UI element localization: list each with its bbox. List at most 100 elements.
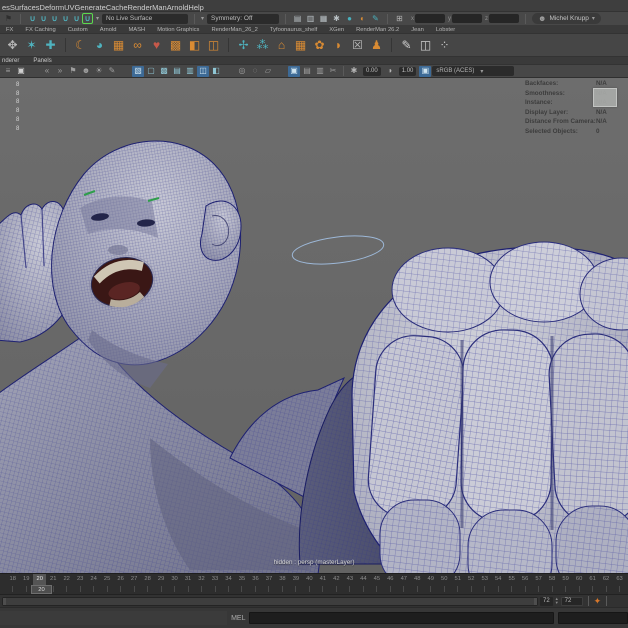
timeline-frame[interactable]: 39 xyxy=(289,574,302,594)
timeline-frame[interactable]: 40 xyxy=(303,574,316,594)
vp-icon-wireframe-display[interactable]: ▢ xyxy=(145,66,157,77)
model-fist[interactable] xyxy=(352,242,628,573)
vp-icon-menu-grip[interactable]: ≡ xyxy=(2,66,14,77)
axis-input[interactable] xyxy=(415,14,445,23)
menu-item[interactable]: UV xyxy=(64,3,74,12)
layout-grid-icon[interactable]: ⊞ xyxy=(394,13,405,24)
shelf-icon[interactable] xyxy=(391,38,392,52)
vp-icon-key-right[interactable]: » xyxy=(54,66,66,77)
timeline-frame[interactable]: 36 xyxy=(249,574,262,594)
shelf-icon-panel-grid[interactable]: ▦ xyxy=(110,37,127,54)
icon-snap-point[interactable]: ∪ xyxy=(49,13,60,24)
timeline-frame[interactable]: 18 xyxy=(6,574,19,594)
vp-icon-xray[interactable]: ◌ xyxy=(249,66,261,77)
shelf-tab[interactable]: XGen xyxy=(329,27,344,33)
mel-input[interactable] xyxy=(249,612,554,624)
shelf-icon-transform-box[interactable]: ◧ xyxy=(186,37,203,54)
animation-end-field[interactable]: 72 xyxy=(561,597,583,606)
vp-icon-plane-display[interactable]: ▱ xyxy=(262,66,274,77)
menu-item[interactable]: RenderMan xyxy=(128,3,167,12)
viewport-icon[interactable] xyxy=(119,66,131,77)
icon-snap-curve[interactable]: ∪ xyxy=(38,13,49,24)
timeline-frame[interactable]: 23 xyxy=(73,574,86,594)
shelf-icon[interactable] xyxy=(228,38,229,52)
current-frame-indicator[interactable]: 20 xyxy=(31,585,52,594)
axis-input[interactable] xyxy=(452,14,482,23)
auto-keyframe-icon[interactable]: ✦ xyxy=(594,596,602,607)
viewport-icon[interactable] xyxy=(223,66,235,77)
timeline-frame[interactable]: 46 xyxy=(384,574,397,594)
shelf-tab[interactable]: Lobster xyxy=(436,27,455,33)
spinner-icon[interactable]: ▲▼ xyxy=(555,597,559,605)
icon-render-settings[interactable]: ✱ xyxy=(331,13,342,24)
timeline-frame[interactable]: 43 xyxy=(343,574,356,594)
vp-icon-key-left[interactable]: « xyxy=(41,66,53,77)
viewport-icon[interactable] xyxy=(275,66,287,77)
vp-icon-lights-display[interactable]: ▤ xyxy=(171,66,183,77)
shelf-tab[interactable]: Arnold xyxy=(100,27,117,33)
icon-snap-grid[interactable]: ∪ xyxy=(27,13,38,24)
mel-label[interactable]: MEL xyxy=(231,615,245,622)
panel-menu-item[interactable]: nderer xyxy=(2,58,19,64)
shelf-icon-bracket-frame[interactable]: ◫ xyxy=(205,37,222,54)
timeline-frame[interactable]: 34 xyxy=(222,574,235,594)
vp-icon-bookmark-flag[interactable]: ⚑ xyxy=(67,66,79,77)
time-slider[interactable]: 1819202122232425262728293031323334353637… xyxy=(0,573,628,594)
select-tool-icon[interactable]: ⚑ xyxy=(3,13,14,24)
timeline-frame[interactable]: 27 xyxy=(127,574,140,594)
timeline-frame[interactable]: 38 xyxy=(276,574,289,594)
exposure-field[interactable]: 0.00 xyxy=(363,67,381,76)
icon-render-sequence[interactable]: ▦ xyxy=(318,13,329,24)
shelf-tab[interactable]: FX Caching xyxy=(25,27,55,33)
shelf-tab[interactable]: Tyfoonaurus_shelf xyxy=(270,27,317,33)
vp-icon-screen-ao[interactable]: ◫ xyxy=(197,66,209,77)
live-surface-field[interactable]: No Live Surface xyxy=(102,14,188,24)
timeline-frame[interactable]: 53 xyxy=(478,574,491,594)
panel-menu-item[interactable]: Panels xyxy=(33,58,51,64)
icon-ipr-render[interactable]: ▥ xyxy=(305,13,316,24)
timeline-frame[interactable]: 47 xyxy=(397,574,410,594)
menu-item[interactable]: Arnold xyxy=(167,3,189,12)
shelf-icon-two-spheres[interactable]: ∞ xyxy=(129,37,146,54)
menu-item[interactable]: Surfaces xyxy=(10,3,40,12)
shelf-tab[interactable]: Motion Graphics xyxy=(157,27,199,33)
menu-item[interactable]: Cache xyxy=(106,3,128,12)
timeline-frame[interactable]: 63 xyxy=(613,574,626,594)
vp-icon-isolate-select[interactable]: ◎ xyxy=(236,66,248,77)
menu-item[interactable]: Help xyxy=(188,3,203,12)
timeline-frame[interactable]: 31 xyxy=(181,574,194,594)
shelf-icon-scatter-bug[interactable]: ✢ xyxy=(235,37,252,54)
chevron-down-icon[interactable]: ▾ xyxy=(96,15,99,22)
timeline-frame[interactable]: 45 xyxy=(370,574,383,594)
timeline-frame[interactable]: 33 xyxy=(208,574,221,594)
exposure-icon[interactable]: ✱ xyxy=(348,66,360,77)
shelf-icon-crescent[interactable]: ☾ xyxy=(72,37,89,54)
shelf-icon-frame-x[interactable]: ☒ xyxy=(349,37,366,54)
vp-icon-gate-mask[interactable]: ✂ xyxy=(327,66,339,77)
gamma-field[interactable]: 1.00 xyxy=(399,67,417,76)
shelf-icon-sphere-eye[interactable]: ◕ xyxy=(91,37,108,54)
viewport-icon[interactable] xyxy=(28,66,40,77)
icon-paint-effects[interactable]: ✎ xyxy=(370,13,381,24)
vp-icon-resolution-gate[interactable]: ▥ xyxy=(314,66,326,77)
shelf-tab[interactable]: Custom xyxy=(68,27,88,33)
chevron-down-icon[interactable]: ▾ xyxy=(201,15,204,22)
timeline-frame[interactable]: 55 xyxy=(505,574,518,594)
timeline-frame[interactable]: 50 xyxy=(438,574,451,594)
timeline-frame[interactable]: 37 xyxy=(262,574,275,594)
shelf-icon-scatter-points[interactable]: ⁂ xyxy=(254,37,271,54)
shelf-icon-house[interactable]: ⌂ xyxy=(273,37,290,54)
shelf-tab[interactable]: FX xyxy=(6,27,13,33)
timeline-frame[interactable]: 54 xyxy=(491,574,504,594)
timeline-frame[interactable]: 30 xyxy=(168,574,181,594)
vp-icon-film-gate[interactable]: ▤ xyxy=(301,66,313,77)
shelf-icon-heart-mesh[interactable]: ♥ xyxy=(148,37,165,54)
vp-icon-brush[interactable]: ✎ xyxy=(106,66,118,77)
vp-icon-motion-blur[interactable]: ◧ xyxy=(210,66,222,77)
timeline-frame[interactable]: 57 xyxy=(532,574,545,594)
shelf-icon-joint-tool[interactable]: ✶ xyxy=(23,37,40,54)
timeline-frame[interactable]: 59 xyxy=(559,574,572,594)
timeline-frame[interactable]: 52 xyxy=(464,574,477,594)
color-management-icon[interactable]: ▣ xyxy=(419,66,431,77)
timeline-frame[interactable]: 35 xyxy=(235,574,248,594)
